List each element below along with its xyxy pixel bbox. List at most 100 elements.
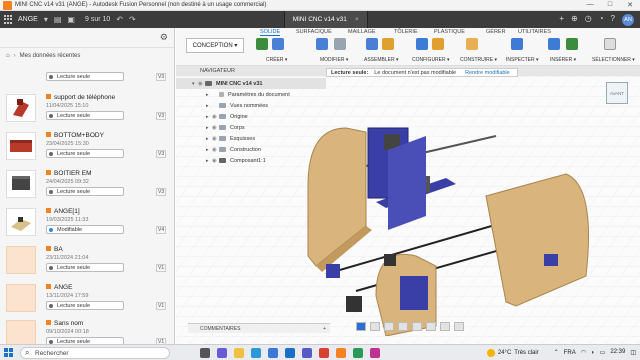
browser-root[interactable]: ▾ ◉ MINI CNC v14 v31	[176, 78, 326, 89]
tab-utilitaires[interactable]: UTILITAIRES	[518, 29, 551, 35]
tab-plastique[interactable]: PLASTIQUE	[434, 29, 465, 35]
tray-arrow-icon[interactable]: ⌃	[554, 349, 559, 356]
app-icon[interactable]	[370, 347, 380, 358]
construct-menu[interactable]: CONSTRUIRE ▾	[460, 57, 497, 63]
create-sketch-icon[interactable]	[256, 38, 268, 50]
breadcrumb-label[interactable]: Mes données récentes	[20, 53, 81, 59]
maximize-button[interactable]: □	[600, 1, 620, 9]
list-item[interactable]: support de téléphone 11/04/2025 15:10 Le…	[6, 92, 167, 130]
version-badge[interactable]: V1	[156, 264, 167, 272]
tab-solide[interactable]: SOLIDE	[260, 29, 281, 36]
offset-plane-icon[interactable]	[466, 38, 478, 50]
new-tab-icon[interactable]: +	[559, 14, 564, 26]
expand-icon[interactable]: ▸	[206, 92, 212, 98]
wifi-icon[interactable]: ◠	[581, 349, 586, 356]
expand-icon[interactable]: ▸	[206, 103, 212, 109]
insert-icon[interactable]	[548, 38, 560, 50]
version-badge[interactable]: V3	[156, 112, 167, 120]
configure-menu[interactable]: CONFIGURER ▾	[412, 57, 450, 63]
tab-maillage[interactable]: MAILLAGE	[348, 29, 376, 35]
fillet-icon[interactable]	[334, 38, 346, 50]
make-editable-button[interactable]: Rendre modifiable	[462, 70, 513, 76]
cnc-model[interactable]	[296, 106, 596, 336]
canvas-viewport[interactable]: NAVIGATEUR Lecture seule: Le document n'…	[176, 66, 640, 344]
avatar[interactable]: AN	[622, 13, 634, 26]
rigid-group-icon[interactable]	[382, 38, 394, 50]
browser-row[interactable]: ▸ ◉ Corps	[176, 122, 326, 133]
pan-icon[interactable]	[384, 322, 394, 331]
clock-icon[interactable]: ◷	[585, 14, 592, 26]
status-dropdown[interactable]: Lecture seule	[46, 149, 124, 158]
data-panel-grid-icon[interactable]	[4, 14, 14, 25]
edge-icon[interactable]	[251, 347, 261, 358]
parameters-icon[interactable]	[416, 38, 428, 50]
status-dropdown[interactable]: Lecture seule	[46, 187, 124, 196]
document-tab[interactable]: MINI CNC v14 v31 ×	[283, 11, 368, 28]
taskbar-search-input[interactable]: Rechercher	[20, 346, 170, 359]
zoom-icon[interactable]	[398, 322, 408, 331]
version-badge[interactable]: V3	[156, 188, 167, 196]
eye-icon[interactable]: ◉	[212, 147, 219, 153]
version-badge[interactable]: V1	[156, 302, 167, 310]
browser-row[interactable]: ▸ ◉ Esquisses	[176, 133, 326, 144]
clock[interactable]: 22:39	[610, 349, 625, 356]
viewports-icon[interactable]	[454, 322, 464, 331]
gear-icon[interactable]: ⚙	[160, 32, 168, 43]
chevron-down-icon[interactable]: ▾	[44, 15, 48, 24]
status-dropdown[interactable]: Lecture seule	[46, 301, 124, 310]
workspace-selector[interactable]: CONCEPTION ▾	[186, 38, 244, 53]
volume-icon[interactable]: ◗	[591, 350, 595, 356]
insert-menu[interactable]: INSÉRER ▾	[550, 57, 576, 63]
create-menu[interactable]: CRÉER ▾	[266, 57, 287, 63]
list-item[interactable]: Lecture seule V3	[6, 70, 167, 84]
task-view-icon[interactable]	[200, 347, 210, 358]
eye-icon[interactable]: ◉	[212, 125, 219, 131]
list-item[interactable]: BOTTOM+BODY 23/04/2025 15:30 Lecture seu…	[6, 130, 167, 168]
joint-icon[interactable]	[366, 38, 378, 50]
status-dropdown[interactable]: Lecture seule	[46, 72, 124, 81]
close-tab-icon[interactable]: ×	[355, 16, 359, 23]
close-window-button[interactable]: ✕	[620, 1, 640, 9]
extrude-icon[interactable]	[316, 38, 328, 50]
inspect-menu[interactable]: INSPECTER ▾	[506, 57, 539, 63]
assemble-menu[interactable]: ASSEMBLER ▾	[364, 57, 398, 63]
orbit-icon[interactable]	[356, 322, 366, 331]
mail-icon[interactable]	[285, 347, 295, 358]
select-menu[interactable]: SÉLECTIONNER ▾	[592, 57, 635, 63]
tab-surfacique[interactable]: SURFACIQUE	[296, 29, 332, 35]
browser-row[interactable]: ▸ Paramètres du document	[176, 89, 326, 100]
file-explorer-icon[interactable]	[234, 347, 244, 358]
app-icon[interactable]	[353, 347, 363, 358]
eye-icon[interactable]: ◉	[212, 158, 219, 164]
redo-icon[interactable]: ↷	[129, 15, 136, 24]
list-item[interactable]: ANGE[1] 19/03/2025 11:33 Modifiable V4	[6, 206, 167, 244]
save-icon[interactable]: ▣	[67, 15, 75, 24]
configure-icon[interactable]	[432, 38, 444, 50]
version-badge[interactable]: V3	[156, 150, 167, 158]
grid-settings-icon[interactable]	[440, 322, 450, 331]
list-item[interactable]: BA 23/11/2024 21:04 Lecture seule V1	[6, 244, 167, 282]
look-at-icon[interactable]	[370, 322, 380, 331]
file-menu-icon[interactable]: ▤	[54, 15, 62, 24]
battery-icon[interactable]: ▭	[600, 349, 606, 356]
version-badge[interactable]: V3	[156, 73, 167, 81]
insert-image-icon[interactable]	[566, 38, 578, 50]
eye-icon[interactable]: ◉	[198, 81, 205, 87]
browser-row[interactable]: ▸ Vues nommées	[176, 100, 326, 111]
viewcube[interactable]: AVANT	[606, 82, 628, 104]
copilot-icon[interactable]	[217, 347, 227, 358]
tab-tolerie[interactable]: TÔLERIE	[394, 29, 418, 35]
store-icon[interactable]	[268, 347, 278, 358]
browser-row[interactable]: ▸ ◉ Composant1:1	[176, 155, 326, 166]
home-icon[interactable]: ⌂	[6, 53, 10, 59]
notifications-icon[interactable]: ◫	[630, 349, 636, 356]
fusion-taskbar-icon[interactable]	[336, 347, 346, 358]
fit-icon[interactable]	[412, 322, 422, 331]
bell-icon[interactable]: ◔	[599, 14, 604, 26]
select-icon[interactable]	[604, 38, 616, 50]
comments-panel[interactable]: COMMENTAIRES +	[188, 323, 330, 333]
display-settings-icon[interactable]	[426, 322, 436, 331]
create-form-icon[interactable]	[272, 38, 284, 50]
list-item[interactable]: ANGE 13/11/2024 17:59 Lecture seule V1	[6, 282, 167, 320]
extensions-icon[interactable]: ⊕	[571, 14, 578, 26]
